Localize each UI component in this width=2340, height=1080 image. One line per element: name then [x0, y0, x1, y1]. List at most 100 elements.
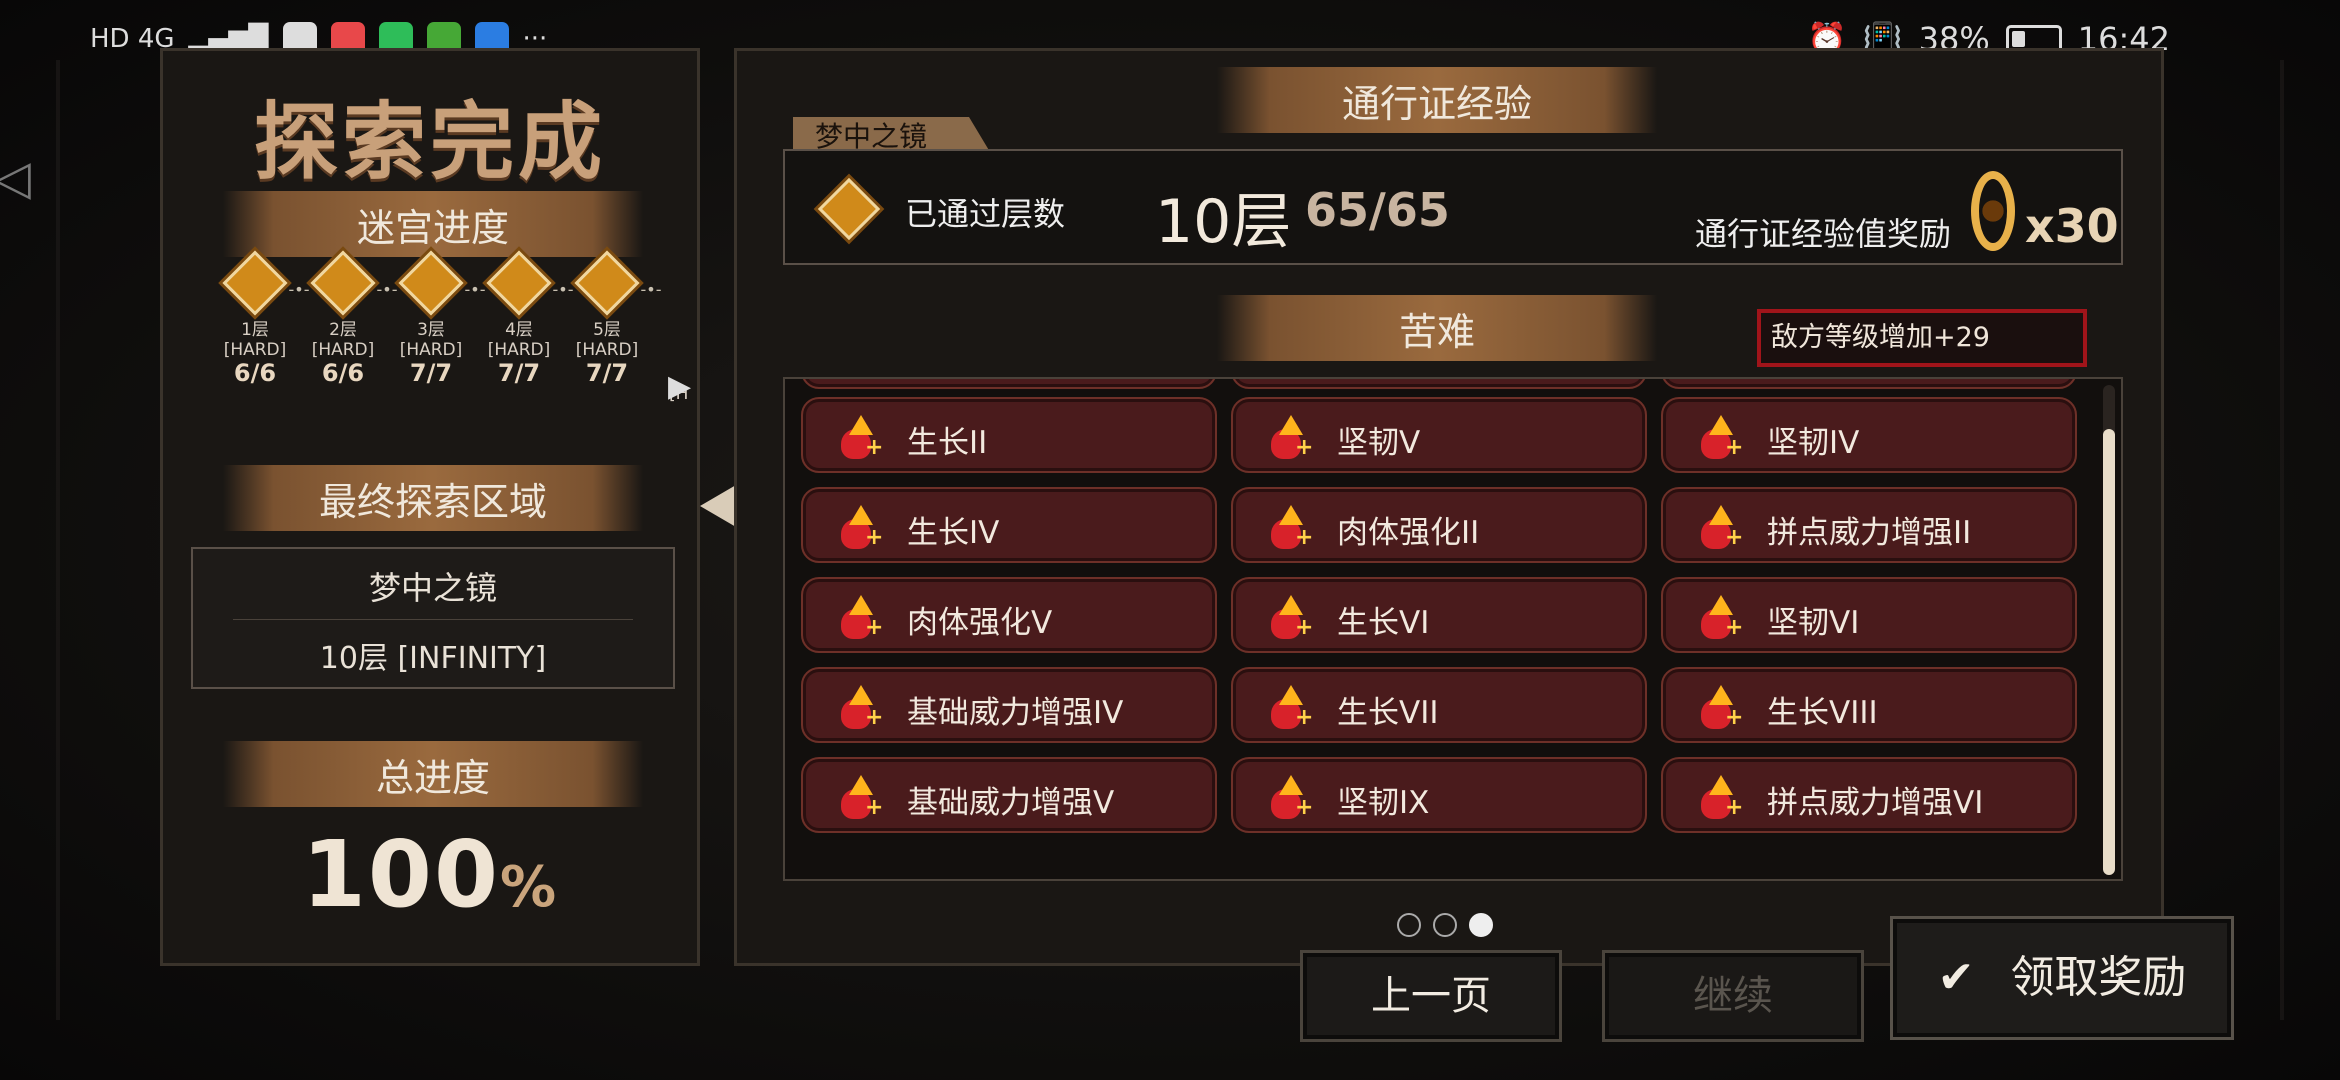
hardship-title: 苦难	[1398, 309, 1475, 354]
page-dot-active[interactable]	[1469, 913, 1493, 937]
edge-arrow-icon: ◁	[0, 150, 31, 206]
buff-card[interactable]: + 生长IV	[801, 487, 1217, 563]
passed-floors-label: 已通过层数	[905, 195, 1066, 233]
floor-difficulty: [HARD]	[575, 340, 639, 360]
buff-icon: +	[1701, 505, 1745, 549]
floor-number: 5层	[593, 320, 621, 340]
buff-icon: +	[1701, 595, 1745, 639]
floor-number: 4层	[505, 320, 533, 340]
floor-item[interactable]: 2层 [HARD] 6/6	[310, 250, 376, 387]
buff-card[interactable]: + 坚韧VI	[1661, 577, 2077, 653]
buff-icon: +	[841, 775, 885, 819]
plus-icon: +	[865, 525, 884, 550]
up-arrow-icon	[849, 595, 873, 615]
final-area-label: 最终探索区域	[318, 479, 547, 524]
buff-card[interactable]: + 生长VII	[1231, 667, 1647, 743]
up-arrow-icon	[1709, 505, 1733, 525]
floor-number: 2层	[329, 320, 357, 340]
passed-count: 65/65	[1305, 183, 1450, 237]
up-arrow-icon	[1709, 415, 1733, 435]
buff-card[interactable]: + 生长VI	[1231, 577, 1647, 653]
floor-item[interactable]: 5层 [HARD] 7/7	[574, 250, 640, 386]
final-area-floor: 10层 [INFINITY]	[319, 641, 547, 676]
buff-label: 肉体强化V	[907, 605, 1053, 641]
continue-button[interactable]: 继续	[1602, 950, 1864, 1042]
plus-icon: +	[1725, 435, 1744, 460]
page-dot[interactable]	[1397, 913, 1421, 937]
buff-card[interactable]: + 基础威力增强V	[801, 757, 1217, 833]
buff-list[interactable]: + 生长II + 坚韧V + 坚韧IV + 生长IV + 肉体强化II + 拼点…	[783, 377, 2123, 881]
page-dot[interactable]	[1433, 913, 1457, 937]
floor-diamond-icon	[817, 177, 881, 241]
floor-count: 7/7	[497, 359, 541, 387]
buff-card[interactable]: + 拼点威力增强VI	[1661, 757, 2077, 833]
buff-card[interactable]: + 生长II	[801, 397, 1217, 473]
total-progress-value: 100%	[163, 821, 697, 928]
link-dot-icon: -•-	[640, 280, 662, 299]
buff-card[interactable]: + 生长VIII	[1661, 667, 2077, 743]
link-dot-icon: -•-	[552, 280, 574, 299]
reward-panel: 通行证经验 梦中之镜 已通过层数 10层 65/65 通行证经验值奖励 x30 …	[734, 48, 2164, 966]
floor-item[interactable]: 3层 [HARD] 7/7	[398, 250, 464, 387]
buff-icon: +	[1701, 775, 1745, 819]
claim-reward-button[interactable]: ✔ 领取奖励	[1890, 916, 2234, 1040]
battery-fill	[2011, 31, 2025, 47]
up-arrow-icon	[849, 505, 873, 525]
plus-icon: +	[1295, 615, 1314, 640]
scrollbar-thumb[interactable]	[2103, 429, 2115, 875]
final-area-name: 梦中之镜	[368, 569, 497, 607]
floor-count: 7/7	[409, 359, 453, 387]
buff-card[interactable]: + 肉体强化II	[1231, 487, 1647, 563]
buff-card[interactable]: + 基础威力增强IV	[801, 667, 1217, 743]
buff-icon: +	[841, 685, 885, 729]
triangle-right-icon[interactable]: ▶	[668, 369, 691, 404]
buff-label: 基础威力增强IV	[907, 695, 1124, 731]
buff-icon: +	[1271, 415, 1315, 459]
up-arrow-icon	[1279, 685, 1303, 705]
total-unit: %	[499, 855, 559, 920]
pass-exp-header: 通行证经验	[1217, 67, 1657, 133]
up-arrow-icon	[1279, 775, 1303, 795]
up-arrow-icon	[849, 775, 873, 795]
passed-floor-value: 10层	[1155, 187, 1292, 257]
buff-card[interactable]: + 肉体强化V	[801, 577, 1217, 653]
buff-card[interactable]: + 坚韧IV	[1661, 397, 2077, 473]
link-dot-icon: -•-	[288, 280, 310, 299]
floor-count: 6/6	[321, 359, 365, 387]
plus-icon: +	[865, 795, 884, 820]
buff-icon: +	[1271, 775, 1315, 819]
maze-progress-header: 迷宫进度	[223, 191, 643, 257]
buff-label: 坚韧IX	[1337, 785, 1430, 821]
floor-number: 3层	[417, 320, 445, 340]
up-arrow-icon	[1279, 595, 1303, 615]
floor-difficulty: [HARD]	[399, 340, 463, 360]
buff-icon: +	[1271, 505, 1315, 549]
buff-icon: +	[1271, 595, 1315, 639]
link-dot-icon: -•-	[464, 280, 486, 299]
prev-page-button[interactable]: 上一页	[1300, 950, 1562, 1042]
plus-icon: +	[1725, 705, 1744, 730]
up-arrow-icon	[1709, 775, 1733, 795]
floor-number: 1层	[241, 320, 269, 340]
total-progress-label: 总进度	[375, 755, 490, 800]
check-icon: ✔	[1937, 952, 1975, 1003]
buff-label: 生长II	[907, 425, 988, 461]
buff-card[interactable]: + 坚韧V	[1231, 397, 1647, 473]
buff-label: 拼点威力增强VI	[1767, 785, 1984, 821]
buff-label: 生长IV	[907, 515, 1000, 551]
pass-reward-multiplier: x30	[2025, 199, 2119, 253]
plus-icon: +	[1295, 525, 1314, 550]
buff-label: 坚韧V	[1337, 425, 1421, 461]
floor-diamond-icon	[222, 250, 288, 316]
up-arrow-icon	[849, 685, 873, 705]
floor-item[interactable]: 1层 [HARD] 6/6	[222, 250, 288, 386]
buff-label: 生长VI	[1337, 605, 1430, 641]
floor-diamond-icon	[486, 250, 552, 316]
maze-progress-label: 迷宫进度	[356, 205, 509, 250]
buff-label: 生长VII	[1337, 695, 1439, 731]
plus-icon: +	[1725, 615, 1744, 640]
floor-item[interactable]: 4层 [HARD] 7/7	[486, 250, 552, 387]
plus-icon: +	[865, 435, 884, 460]
buff-card[interactable]: + 坚韧IX	[1231, 757, 1647, 833]
buff-card[interactable]: + 拼点威力增强II	[1661, 487, 2077, 563]
